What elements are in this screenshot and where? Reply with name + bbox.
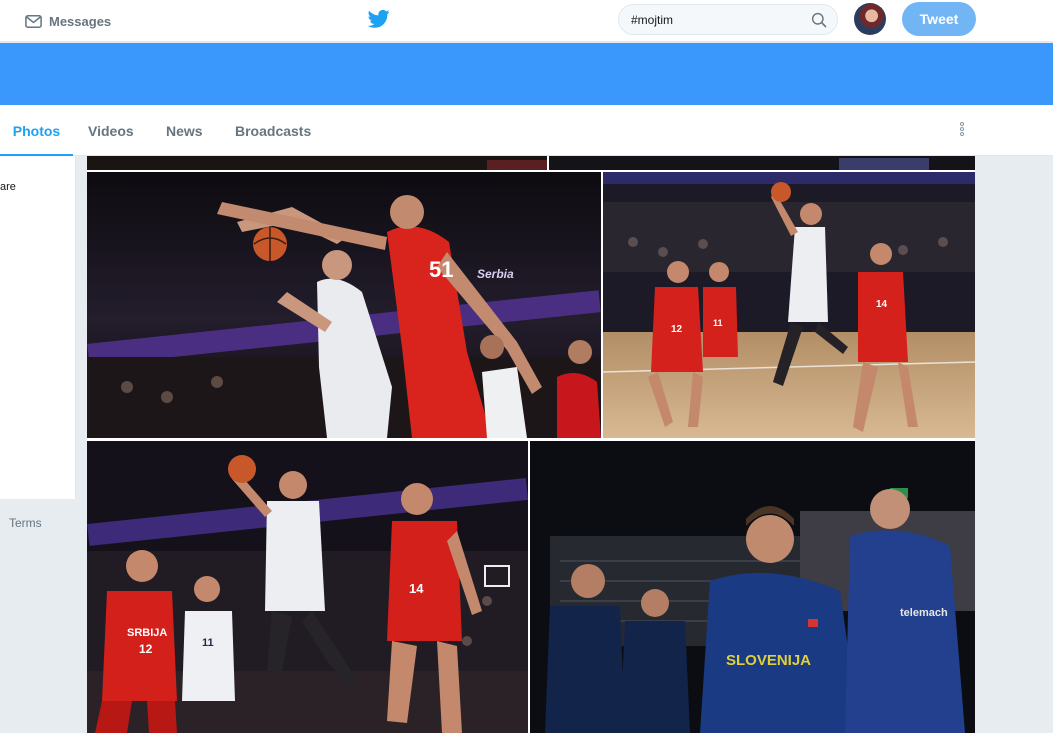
photo-thumbnail-partial-right[interactable] — [549, 156, 975, 170]
tab-videos[interactable]: Videos — [88, 105, 134, 156]
photo2-number-mid: 11 — [713, 318, 723, 328]
photo4-sponsor-text: telemach — [900, 607, 948, 619]
twitter-bird-icon[interactable] — [368, 9, 390, 29]
photo-grid: Serbia 51 12 11 14 SRBIJA 12 11 14 SLOVE… — [87, 156, 975, 733]
photo-thumbnail-layup-defenders[interactable]: SRBIJA 12 11 14 — [87, 441, 528, 733]
tweet-button[interactable]: Tweet — [902, 2, 976, 36]
photo-thumbnail-partial-left[interactable] — [87, 156, 547, 170]
photo1-jersey-number: 51 — [429, 257, 453, 282]
sidebar-partial-text: are — [0, 181, 16, 193]
tab-photos[interactable]: Photos — [0, 105, 73, 156]
more-options-icon[interactable] — [954, 121, 970, 141]
photo2-number-right: 14 — [876, 299, 888, 310]
court-banner-text: Serbia — [477, 267, 514, 281]
envelope-icon — [25, 14, 42, 28]
photo3-number-left: 12 — [139, 642, 153, 656]
tab-news[interactable]: News — [166, 105, 203, 156]
nav-messages-label: Messages — [49, 13, 112, 29]
avatar[interactable] — [854, 3, 886, 35]
tab-broadcasts[interactable]: Broadcasts — [235, 105, 311, 156]
photo-thumbnail-team-tunnel[interactable]: SLOVENIJA telemach — [530, 441, 975, 733]
photo3-number-mid: 11 — [202, 637, 214, 649]
photo-thumbnail-layup-wide[interactable]: 12 11 14 — [603, 172, 975, 438]
photo2-number-left: 12 — [671, 324, 683, 335]
nav-messages[interactable]: Messages — [24, 10, 111, 32]
search-icon[interactable] — [811, 12, 827, 28]
search-filter-tabs: Photos Videos News Broadcasts — [0, 105, 1053, 156]
photo4-team-text: SLOVENIJA — [726, 652, 811, 669]
search-input[interactable] — [631, 12, 811, 28]
photo3-team-text: SRBIJA — [127, 627, 167, 639]
search-box — [618, 4, 838, 35]
terms-link[interactable]: Terms — [9, 516, 42, 530]
photo-thumbnail-block-shot[interactable]: Serbia 51 — [87, 172, 601, 438]
photo3-number-right: 14 — [409, 581, 424, 596]
top-navigation-bar: Messages Tweet — [0, 0, 1053, 42]
left-sidebar-card: are — [0, 156, 76, 499]
profile-header-banner — [0, 43, 1053, 105]
